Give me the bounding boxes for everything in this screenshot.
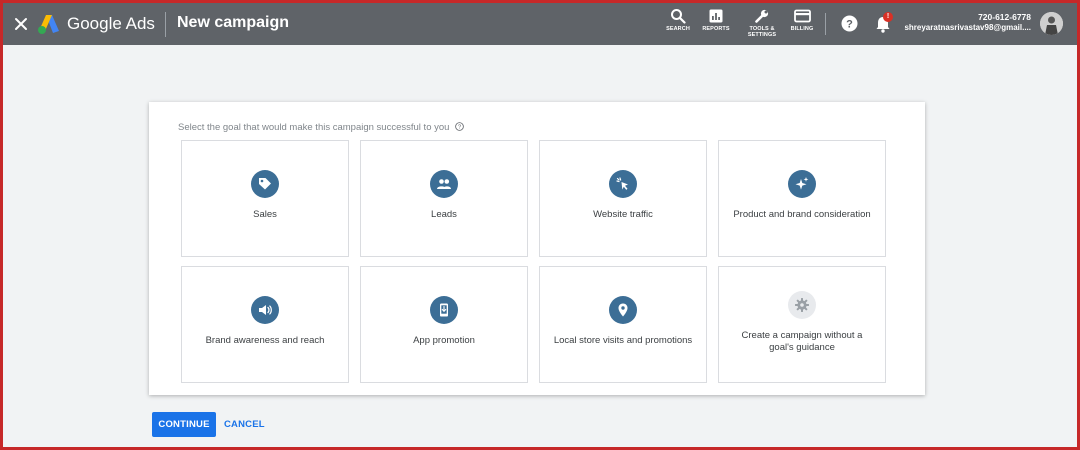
credit-card-icon: [793, 9, 811, 23]
goal-prompt-text: Select the goal that would make this cam…: [178, 122, 450, 133]
location-pin-icon: [618, 303, 628, 317]
goal-selection-card: Select the goal that would make this cam…: [149, 102, 925, 395]
goal-prompt: Select the goal that would make this cam…: [178, 122, 464, 133]
page-scrollbar[interactable]: [1067, 45, 1077, 447]
goal-local-store-visits[interactable]: Local store visits and promotions: [539, 266, 707, 383]
goal-app-promotion[interactable]: App promotion: [360, 266, 528, 383]
page-title: New campaign: [177, 14, 290, 31]
goal-product-brand-consideration[interactable]: Product and brand consideration: [718, 140, 886, 257]
reports-tool-button[interactable]: REPORTS: [693, 8, 739, 40]
reports-icon: [709, 9, 723, 23]
account-email[interactable]: shreyaratnasrivastav98@gmail....: [904, 23, 1031, 32]
goal-label: App promotion: [413, 335, 475, 346]
cancel-button[interactable]: CANCEL: [224, 412, 265, 437]
leads-icon-badge: [430, 170, 458, 198]
header-divider: [165, 12, 166, 37]
people-icon: [437, 179, 451, 189]
continue-button[interactable]: CONTINUE: [152, 412, 216, 437]
avatar[interactable]: [1040, 12, 1063, 35]
goal-label: Local store visits and promotions: [553, 335, 693, 346]
help-circle-icon[interactable]: ?: [455, 122, 464, 131]
gear-icon: [795, 298, 809, 312]
goal-no-guidance[interactable]: Create a campaign without a goal's guida…: [718, 266, 886, 383]
awareness-icon-badge: [251, 296, 279, 324]
megaphone-icon: [259, 305, 272, 315]
sales-icon-badge: [251, 170, 279, 198]
header-divider-right: [825, 13, 826, 35]
notification-badge: !: [883, 12, 893, 22]
goal-label: Leads: [431, 209, 457, 220]
sparkle-icon: [795, 177, 809, 190]
avatar-photo-icon: [1040, 12, 1063, 35]
wrench-icon: [755, 9, 769, 23]
goal-label: Sales: [253, 209, 277, 220]
goal-brand-awareness-reach[interactable]: Brand awareness and reach: [181, 266, 349, 383]
billing-tool-label: BILLING: [790, 26, 814, 32]
goal-leads[interactable]: Leads: [360, 140, 528, 257]
billing-tool-button[interactable]: BILLING: [779, 8, 825, 40]
brand-name: Google Ads: [67, 14, 155, 33]
goal-website-traffic[interactable]: Website traffic: [539, 140, 707, 257]
goal-label: Product and brand consideration: [733, 209, 871, 220]
website-traffic-icon-badge: [609, 170, 637, 198]
local-store-icon-badge: [609, 296, 637, 324]
mobile-download-icon: [440, 303, 448, 317]
cursor-click-icon: [616, 177, 628, 190]
goal-label: Website traffic: [593, 209, 653, 220]
sales-tag-icon: [259, 178, 271, 190]
svg-text:?: ?: [846, 19, 853, 31]
search-icon: [671, 9, 686, 24]
no-guidance-icon-badge: [788, 291, 816, 319]
goal-sales[interactable]: Sales: [181, 140, 349, 257]
close-icon[interactable]: [11, 14, 31, 34]
app-promotion-icon-badge: [430, 296, 458, 324]
reports-tool-label: REPORTS: [702, 26, 730, 32]
consideration-icon-badge: [788, 170, 816, 198]
top-bar: Google Ads New campaign SEARCH REPORTS T…: [3, 3, 1077, 45]
app-window: Google Ads New campaign SEARCH REPORTS T…: [3, 3, 1077, 447]
account-phone[interactable]: 720-612-6778: [978, 12, 1031, 22]
help-icon[interactable]: ?: [841, 15, 858, 32]
goal-label: Brand awareness and reach: [205, 335, 325, 346]
google-ads-logo-icon: [38, 15, 59, 34]
goal-label: Create a campaign without a goal's guida…: [741, 330, 863, 353]
